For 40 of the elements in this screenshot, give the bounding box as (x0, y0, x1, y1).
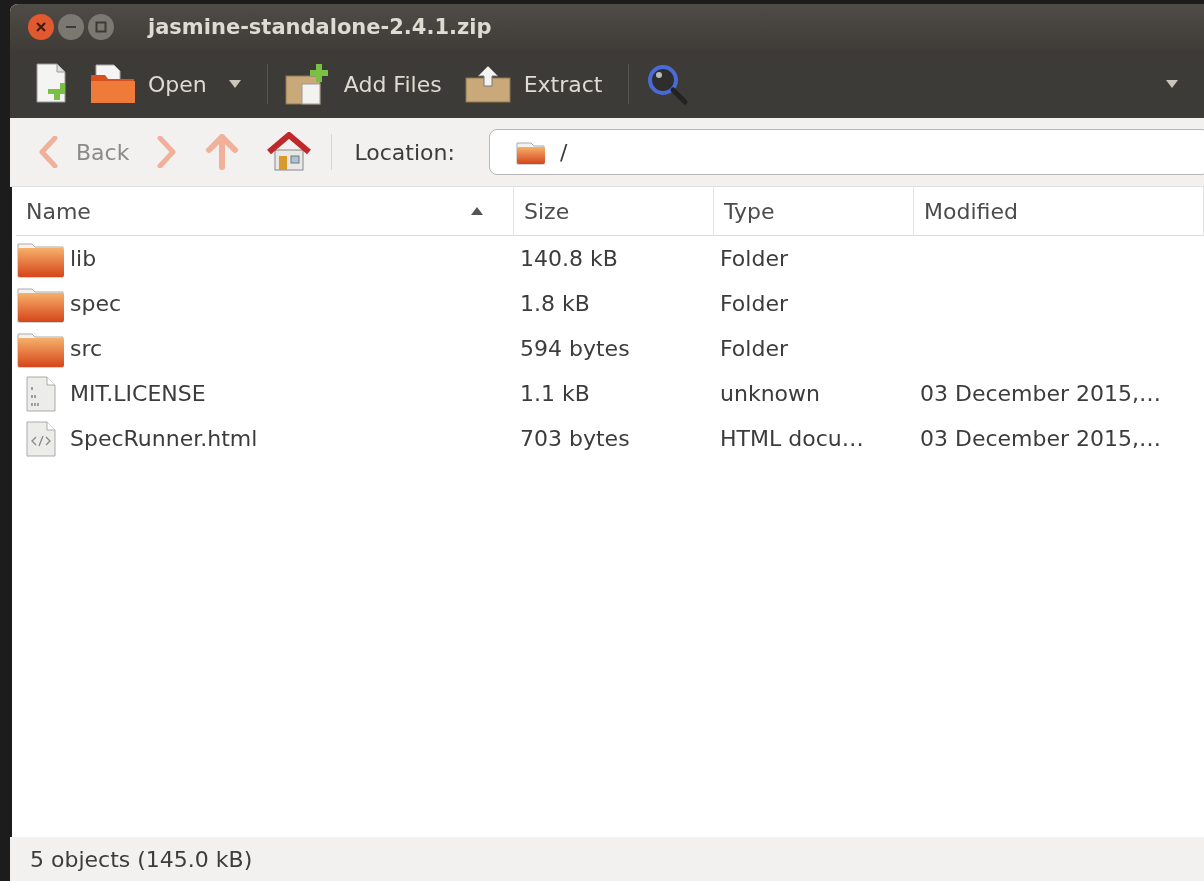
home-icon (267, 132, 312, 172)
file-size: 594 bytes (520, 336, 630, 361)
file-name[interactable]: MIT.LICENSE (70, 381, 206, 406)
file-name[interactable]: lib (70, 246, 97, 271)
box-arrow-icon (463, 64, 512, 104)
file-size: 703 bytes (520, 426, 630, 451)
up-arrow-icon (205, 134, 240, 170)
caret-icon (228, 80, 241, 88)
file-type: unknown (720, 381, 820, 406)
file-name[interactable]: SpecRunner.html (70, 426, 258, 451)
close-button[interactable] (28, 14, 54, 40)
code-file-icon (26, 420, 56, 457)
binary-file-icon (26, 375, 56, 412)
file-type: Folder (720, 291, 788, 316)
file-name[interactable]: src (70, 336, 103, 361)
search-icon (645, 62, 690, 106)
folder-icon (515, 139, 546, 165)
maximize-icon (95, 21, 107, 33)
file-modified: 03 December 2015,… (920, 426, 1162, 451)
folder-icon (90, 63, 136, 105)
maximize-button[interactable] (88, 14, 114, 40)
close-icon (35, 21, 47, 33)
file-name[interactable]: spec (70, 291, 122, 316)
file-size: 140.8 kB (520, 246, 618, 271)
location-label: Location: (354, 139, 455, 165)
caret-icon (1166, 80, 1178, 88)
file-size: 1.8 kB (520, 291, 590, 316)
window-title: jasmine-standalone-2.4.1.zip (148, 15, 492, 39)
minimize-button[interactable] (58, 14, 84, 40)
file-type: Folder (720, 336, 788, 361)
toolbar-button[interactable]: Add Files (277, 58, 448, 110)
file-size: 1.1 kB (520, 381, 590, 406)
new-file-icon (34, 63, 68, 105)
file-type: HTML docu… (720, 426, 864, 451)
toolbar-button[interactable]: Open (84, 59, 213, 109)
toolbar-button[interactable]: Extract (457, 60, 609, 108)
location-field[interactable]: / (488, 129, 1204, 175)
file-modified: 03 December 2015,… (920, 381, 1162, 406)
file-type: Folder (720, 246, 788, 271)
status-text: 5 objects (145.0 kB) (30, 846, 253, 872)
